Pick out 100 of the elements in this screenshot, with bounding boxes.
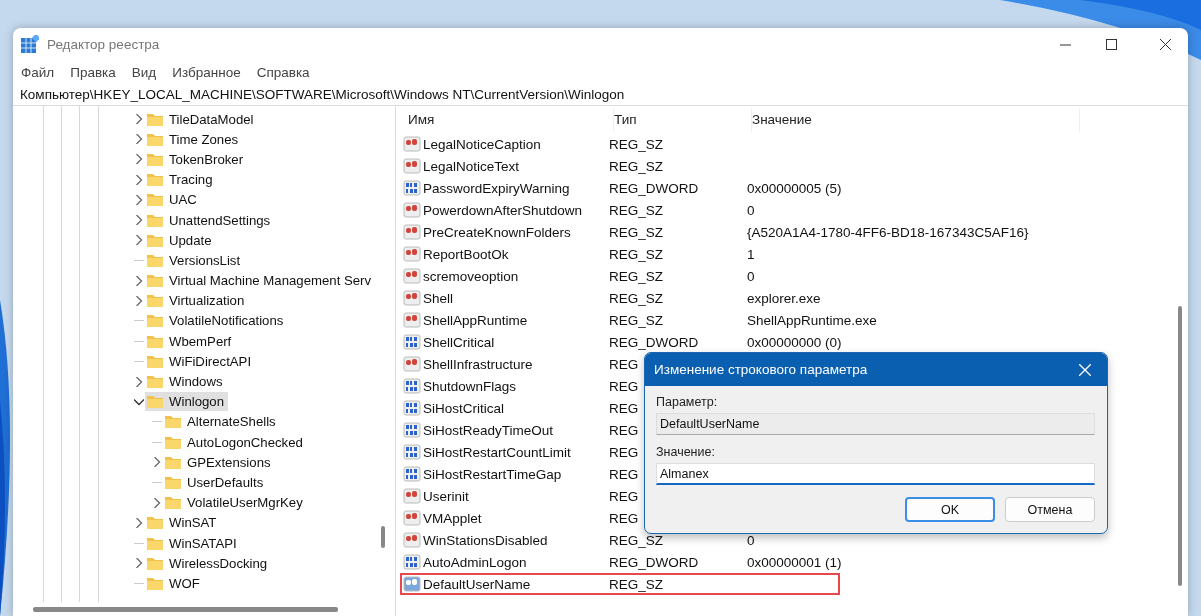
tree-item[interactable]: VolatileUserMgrKey bbox=[163, 493, 307, 513]
tree-item[interactable]: TokenBroker bbox=[145, 149, 248, 169]
table-cell: REG_SZ bbox=[609, 576, 663, 592]
tree-item[interactable]: WinSATAPI bbox=[145, 533, 241, 553]
expand-chevron-icon[interactable] bbox=[134, 558, 144, 569]
tree-item[interactable]: Time Zones bbox=[145, 129, 243, 149]
value-row[interactable]: PowerdownAfterShutdown REG_SZ 0 bbox=[400, 199, 840, 221]
folder-icon bbox=[164, 434, 182, 450]
tree-item[interactable]: WirelessDocking bbox=[145, 553, 272, 573]
scrollbar-thumb[interactable] bbox=[1178, 306, 1182, 586]
table-cell: explorer.exe bbox=[747, 290, 821, 306]
tree-item[interactable]: WbemPerf bbox=[145, 331, 236, 351]
tree-item[interactable]: AlternateShells bbox=[163, 412, 280, 432]
tree-item[interactable]: TileDataModel bbox=[145, 109, 258, 129]
value-row[interactable]: LegalNoticeCaption REG_SZ bbox=[400, 133, 840, 155]
value-row[interactable]: PreCreateKnownFolders REG_SZ {A520A1A4-1780-4FF6-BD18-167343C5AF16} bbox=[400, 221, 1029, 243]
scrollbar-thumb[interactable] bbox=[381, 526, 385, 548]
expand-chevron-icon[interactable] bbox=[152, 497, 162, 508]
tree-item[interactable]: Tracing bbox=[145, 170, 217, 190]
tree-item[interactable]: GPExtensions bbox=[163, 452, 275, 472]
table-cell: REG_SZ bbox=[609, 290, 663, 306]
menu-item[interactable]: Файл bbox=[21, 64, 55, 80]
registry-app-icon bbox=[21, 35, 39, 53]
binary-value-icon bbox=[403, 334, 421, 350]
table-cell: REG bbox=[609, 356, 639, 372]
tree-item[interactable]: UnattendSettings bbox=[145, 210, 275, 230]
string-value-icon bbox=[403, 312, 421, 328]
value-row[interactable]: ReportBootOk REG_SZ 1 bbox=[400, 243, 840, 265]
window-title: Редактор реестра bbox=[47, 36, 161, 52]
folder-icon bbox=[146, 252, 164, 268]
table-cell: REG_SZ bbox=[609, 136, 663, 152]
cancel-button[interactable]: Отмена bbox=[1005, 497, 1095, 522]
string-value-icon bbox=[403, 488, 421, 504]
table-cell: REG bbox=[609, 444, 639, 460]
table-cell: PowerdownAfterShutdown bbox=[423, 202, 583, 218]
value-row[interactable]: Shell REG_SZ explorer.exe bbox=[400, 287, 840, 309]
expand-chevron-icon[interactable] bbox=[134, 517, 144, 528]
expand-chevron-icon[interactable] bbox=[134, 275, 144, 286]
value-row[interactable]: AutoAdminLogon REG_DWORD 0x00000001 (1) bbox=[400, 551, 842, 573]
folder-icon bbox=[146, 172, 164, 188]
tree-item[interactable]: AutoLogonChecked bbox=[163, 432, 307, 452]
tree-item[interactable]: UAC bbox=[145, 190, 201, 210]
column-header[interactable]: Имя bbox=[408, 107, 614, 132]
expand-chevron-icon[interactable] bbox=[134, 215, 144, 226]
expand-chevron-icon[interactable] bbox=[134, 154, 144, 165]
string-value-icon bbox=[403, 290, 421, 306]
tree-item[interactable]: Update bbox=[145, 230, 216, 250]
expand-chevron-icon[interactable] bbox=[134, 295, 144, 306]
table-cell: REG bbox=[609, 378, 639, 394]
binary-value-icon bbox=[403, 180, 421, 196]
folder-icon bbox=[146, 535, 164, 551]
address-bar[interactable]: Компьютер\HKEY_LOCAL_MACHINE\SOFTWARE\Microsoft\Windows NT\CurrentVersion\Winlogon bbox=[13, 84, 1188, 106]
value-row[interactable]: LegalNoticeText REG_SZ bbox=[400, 155, 840, 177]
expand-chevron-icon[interactable] bbox=[134, 114, 144, 125]
folder-icon bbox=[146, 192, 164, 208]
column-header[interactable]: Значение bbox=[752, 107, 1080, 132]
folder-icon bbox=[164, 495, 182, 511]
binary-value-icon bbox=[403, 422, 421, 438]
value-row[interactable]: ShellAppRuntime REG_SZ ShellAppRuntime.exe bbox=[400, 309, 877, 331]
scrollbar-thumb[interactable] bbox=[33, 606, 338, 612]
tree-item[interactable]: Virtualization bbox=[145, 291, 249, 311]
field-label: Параметр: bbox=[656, 395, 719, 409]
table-cell: DefaultUserName bbox=[423, 576, 531, 592]
table-cell: REG_DWORD bbox=[609, 554, 699, 570]
tree-item[interactable]: WinSAT bbox=[145, 513, 221, 533]
tree-item[interactable]: Winlogon bbox=[145, 392, 228, 412]
value-row[interactable]: PasswordExpiryWarning REG_DWORD 0x00000005 (5) bbox=[400, 177, 842, 199]
menu-item[interactable]: Правка bbox=[70, 64, 116, 80]
table-cell: ShutdownFlags bbox=[423, 378, 517, 394]
table-cell: REG_SZ bbox=[609, 202, 663, 218]
expand-chevron-icon[interactable] bbox=[134, 235, 144, 246]
value-row[interactable]: Userinit REG bbox=[400, 485, 840, 507]
tree-item[interactable]: UserDefaults bbox=[163, 472, 268, 492]
menu-item[interactable]: Вид bbox=[131, 64, 157, 80]
tree-item[interactable]: VersionsList bbox=[145, 250, 245, 270]
menu-item[interactable]: Справка bbox=[256, 64, 310, 80]
input-field[interactable]: Almanex bbox=[656, 463, 1095, 485]
table-cell: ShellCritical bbox=[423, 334, 495, 350]
menu-item[interactable]: Избранное bbox=[172, 64, 241, 80]
tree-item[interactable]: Windows bbox=[145, 372, 227, 392]
value-row[interactable]: scremoveoption REG_SZ 0 bbox=[400, 265, 840, 287]
expand-chevron-icon[interactable] bbox=[134, 174, 144, 185]
table-cell: REG bbox=[609, 466, 639, 482]
expand-chevron-icon[interactable] bbox=[134, 194, 144, 205]
column-header[interactable]: Тип bbox=[614, 107, 752, 132]
ok-button[interactable]: OK bbox=[905, 497, 995, 522]
value-row[interactable]: WinStationsDisabled REG_SZ 0 bbox=[400, 529, 840, 551]
expand-chevron-icon[interactable] bbox=[134, 376, 144, 387]
value-row[interactable]: VMApplet REG bbox=[400, 507, 840, 529]
tree-item[interactable]: WOF bbox=[145, 573, 204, 593]
value-row[interactable]: ShellCritical REG_DWORD 0x00000000 (0) bbox=[400, 331, 842, 353]
tree-item[interactable]: WiFiDirectAPI bbox=[145, 351, 256, 371]
expand-chevron-icon[interactable] bbox=[152, 457, 162, 468]
collapse-chevron-icon[interactable] bbox=[134, 396, 144, 407]
value-row[interactable]: DefaultUserName REG_SZ bbox=[400, 573, 840, 595]
tree-item[interactable]: VolatileNotifications bbox=[145, 311, 288, 331]
input-field[interactable]: DefaultUserName bbox=[656, 413, 1095, 435]
expand-chevron-icon[interactable] bbox=[134, 134, 144, 145]
tree-item[interactable]: Virtual Machine Management Serv bbox=[145, 271, 376, 291]
folder-icon bbox=[146, 232, 164, 248]
